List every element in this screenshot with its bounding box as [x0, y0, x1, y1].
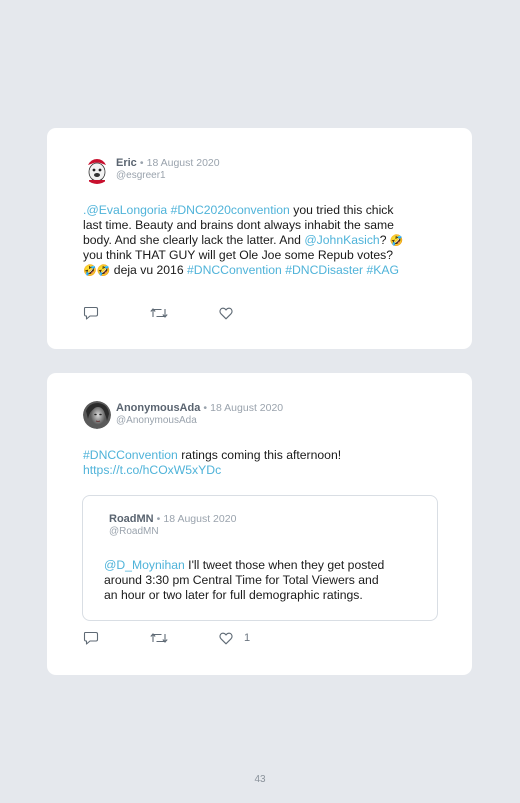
quoted-author-handle[interactable]: @RoadMN	[109, 526, 159, 537]
retweet-button[interactable]	[150, 305, 168, 321]
tweet-text-segment: an hour or two later for full demographi…	[104, 588, 363, 602]
tweet-text-segment: around 3:30 pm Central Time for Total Vi…	[104, 573, 379, 587]
like-button[interactable]: 1	[219, 630, 250, 646]
tweet-text: #DNCConvention ratings coming this after…	[83, 448, 443, 478]
tweet-text-segment: I'll tweet those when they get posted	[184, 558, 385, 572]
text-line: you think THAT GUY will get Ole Joe some…	[83, 248, 443, 263]
tweet-text-segment: last time. Beauty and brains dont always…	[83, 218, 394, 232]
tweet-text-segment: you think THAT GUY will get Ole Joe some…	[83, 248, 394, 262]
mention-link[interactable]: @D_Moynihan	[104, 558, 185, 572]
author-handle[interactable]: @AnonymousAda	[116, 415, 197, 426]
reply-icon	[83, 306, 99, 320]
hashtag-link[interactable]: #DNCConvention	[83, 448, 178, 462]
quoted-tweet-text: @D_Moynihan I'll tweet those when they g…	[104, 558, 424, 603]
like-count: 1	[244, 632, 251, 644]
tweet-card: Eric • 18 August 2020 @esgreer1 .@EvaLon…	[47, 128, 472, 349]
bulldog-avatar-icon	[83, 156, 111, 184]
retweet-button[interactable]	[150, 630, 168, 646]
heart-icon	[219, 307, 233, 319]
separator-dot: •	[156, 513, 161, 525]
profile-photo-icon	[83, 401, 111, 429]
text-line: around 3:30 pm Central Time for Total Vi…	[104, 573, 424, 588]
tweet-text-segment: you tried this chick	[289, 203, 394, 217]
text-line: an hour or two later for full demographi…	[104, 588, 424, 603]
quoted-tweet[interactable]: RoadMN • 18 August 2020 @RoadMN @D_Moyni…	[82, 495, 438, 621]
mention-link[interactable]: @JohnKasich	[304, 233, 379, 247]
text-line: last time. Beauty and brains dont always…	[83, 218, 443, 233]
text-line: https://t.co/hCOxW5xYDc	[83, 463, 443, 478]
laughing-emoji-icon: 🤣	[389, 234, 404, 247]
page-number: 43	[254, 774, 266, 785]
hashtag-link[interactable]: #DNCConvention	[187, 263, 282, 277]
reply-button[interactable]	[83, 630, 99, 646]
text-line: #DNCConvention ratings coming this after…	[83, 448, 443, 463]
tweet-card: AnonymousAda • 18 August 2020 @Anonymous…	[47, 373, 472, 675]
author-name[interactable]: Eric	[116, 157, 137, 169]
tweet-text: .@EvaLongoria #DNC2020convention you tri…	[83, 203, 443, 278]
retweet-icon	[150, 633, 168, 643]
like-button[interactable]	[219, 305, 244, 321]
avatar[interactable]	[83, 156, 111, 184]
hashtag-link[interactable]: #DNC2020convention	[171, 203, 290, 217]
separator-dot: •	[139, 157, 144, 169]
hashtag-link[interactable]: #KAG	[367, 263, 400, 277]
tweet-date: 18 August 2020	[210, 402, 284, 414]
quoted-tweet-date: 18 August 2020	[163, 513, 237, 525]
mention-link[interactable]: @EvaLongoria	[86, 203, 167, 217]
heart-icon	[219, 632, 233, 644]
separator-dot: •	[203, 402, 208, 414]
reply-button[interactable]	[83, 305, 99, 321]
tweet-text-segment: ratings coming this afternoon!	[177, 448, 342, 462]
reply-icon	[83, 631, 99, 645]
tweet-text-segment: deja vu 2016	[110, 263, 187, 277]
text-line: .@EvaLongoria #DNC2020convention you tri…	[83, 203, 443, 218]
quoted-tweet-header: RoadMN • 18 August 2020	[109, 513, 236, 525]
tweet-text-segment: ?	[379, 233, 390, 247]
tweet-header: AnonymousAda • 18 August 2020	[116, 402, 283, 414]
avatar[interactable]	[83, 401, 111, 429]
retweet-icon	[150, 308, 168, 318]
tweet-text-segment: body. And she clearly lack the latter. A…	[83, 233, 305, 247]
tweet-header: Eric • 18 August 2020	[116, 157, 220, 169]
text-line: @D_Moynihan I'll tweet those when they g…	[104, 558, 424, 573]
author-name[interactable]: AnonymousAda	[116, 402, 200, 414]
url-link[interactable]: https://t.co/hCOxW5xYDc	[83, 463, 221, 477]
text-line: 🤣🤣 deja vu 2016 #DNCConvention #DNCDisas…	[83, 263, 443, 278]
text-line: body. And she clearly lack the latter. A…	[83, 233, 443, 248]
hashtag-link[interactable]: #DNCDisaster	[285, 263, 363, 277]
quoted-author-name[interactable]: RoadMN	[109, 513, 154, 525]
author-handle[interactable]: @esgreer1	[116, 170, 166, 181]
laughing-emoji-icon: 🤣🤣	[83, 264, 111, 277]
tweet-date: 18 August 2020	[146, 157, 220, 169]
